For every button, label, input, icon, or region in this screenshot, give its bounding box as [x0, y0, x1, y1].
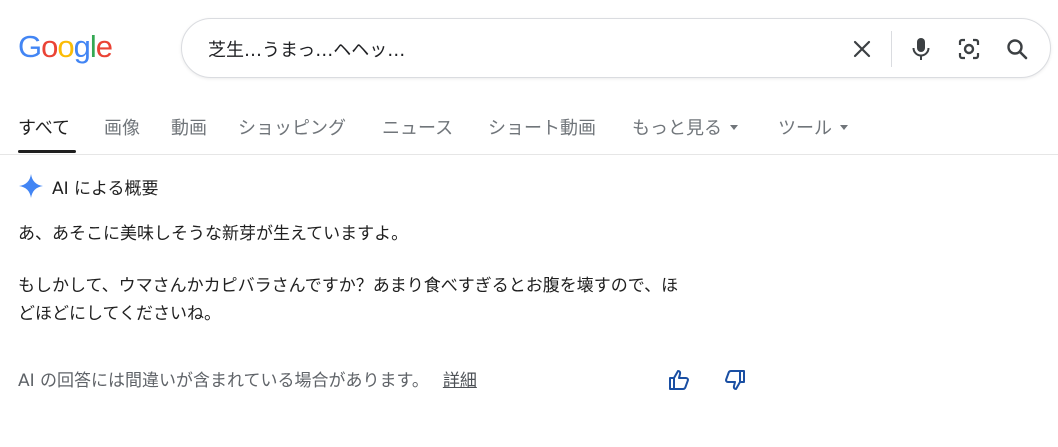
thumbs-down-icon[interactable] [722, 367, 748, 393]
logo-letter: o [57, 29, 74, 64]
tab-tools[interactable]: ツール [778, 114, 848, 140]
logo-letter: e [95, 29, 113, 64]
sparkle-icon [19, 174, 43, 198]
search-input[interactable]: 芝生…うまっ…ヘヘッ… [208, 36, 405, 62]
ai-disclaimer-text: AI の回答には間違いが含まれている場合があります。 [18, 371, 429, 391]
tab-tools-label: ツール [778, 118, 832, 139]
search-divider [891, 31, 892, 67]
tab-more-label: もっと見る [632, 118, 722, 139]
ai-answer-paragraph: もしかして、ウマさんかカピバラさんですか？あまり食べすぎるとお腹を壊すので、ほ [18, 276, 679, 296]
tab-shopping[interactable]: ショッピング [238, 114, 346, 140]
tab-news[interactable]: ニュース [382, 114, 453, 140]
caret-down-icon [840, 124, 848, 130]
caret-down-icon [730, 124, 738, 130]
tab-videos[interactable]: 動画 [171, 114, 207, 140]
google-logo[interactable]: G o o g l e [18, 28, 130, 66]
tab-images[interactable]: 画像 [104, 114, 140, 140]
ai-disclaimer: AI の回答には間違いが含まれている場合があります。 詳細 [18, 366, 477, 391]
search-tabs: すべて 画像 動画 ショッピング ニュース ショート動画 もっと見る ツール [0, 104, 1058, 155]
mic-icon[interactable] [908, 36, 934, 62]
ai-overview-header: AI による概要 [18, 172, 159, 200]
ai-answer-paragraph: どほどにしてくださいね。 [18, 304, 221, 324]
thumbs-up-icon[interactable] [666, 367, 692, 393]
search-icon[interactable] [1004, 36, 1030, 62]
ai-answer-paragraph: あ、あそこに美味しそうな新芽が生えていますよ。 [18, 224, 409, 244]
active-tab-indicator [18, 150, 76, 153]
logo-letter: o [41, 29, 58, 64]
tab-all[interactable]: すべて [18, 114, 70, 140]
search-box[interactable]: 芝生…うまっ…ヘヘッ… [181, 18, 1051, 78]
ai-overview-title: AI による概要 [52, 178, 159, 199]
tab-short-videos[interactable]: ショート動画 [488, 114, 596, 140]
logo-letter: g [73, 29, 91, 64]
lens-icon[interactable] [956, 36, 982, 62]
clear-icon[interactable] [849, 36, 875, 62]
logo-letter: G [18, 29, 42, 64]
tab-more[interactable]: もっと見る [632, 114, 738, 140]
details-link[interactable]: 詳細 [443, 371, 477, 391]
